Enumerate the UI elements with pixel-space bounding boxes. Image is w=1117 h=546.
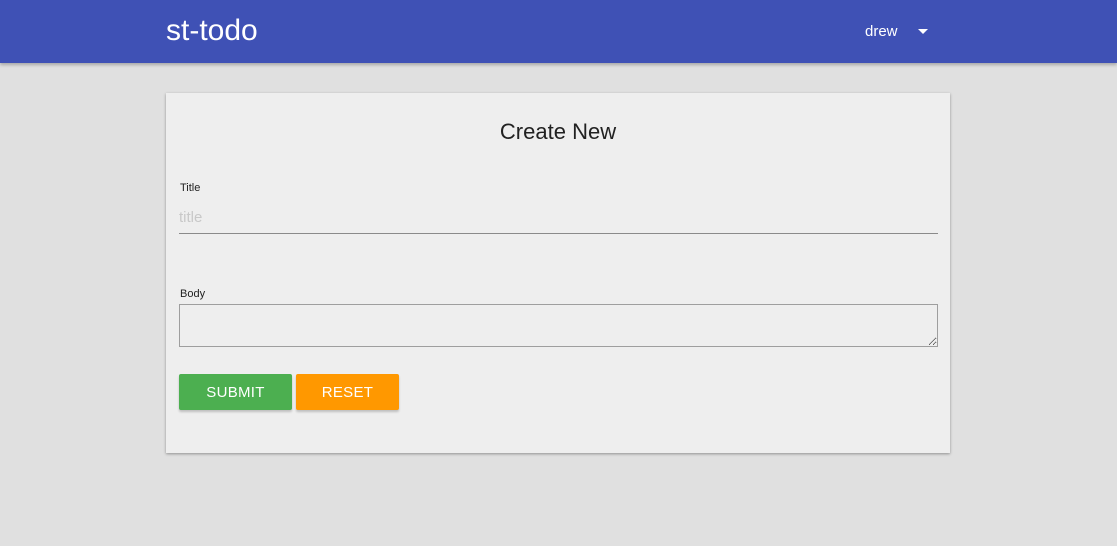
username-label: drew <box>865 22 898 40</box>
user-menu-dropdown[interactable]: drew <box>857 18 928 44</box>
title-field-label: Title <box>180 182 201 194</box>
create-form-card: Create New Title Body SUBMIT RESET <box>166 93 950 453</box>
title-input[interactable] <box>179 201 938 234</box>
submit-button[interactable]: SUBMIT <box>179 374 292 410</box>
body-field-label: Body <box>180 288 206 300</box>
caret-down-icon <box>917 28 928 34</box>
top-navbar: st-todo drew <box>0 0 1117 63</box>
reset-button[interactable]: RESET <box>296 374 399 410</box>
app-brand[interactable]: st-todo <box>166 12 258 50</box>
body-textarea[interactable] <box>179 304 938 347</box>
form-title: Create New <box>499 119 617 144</box>
